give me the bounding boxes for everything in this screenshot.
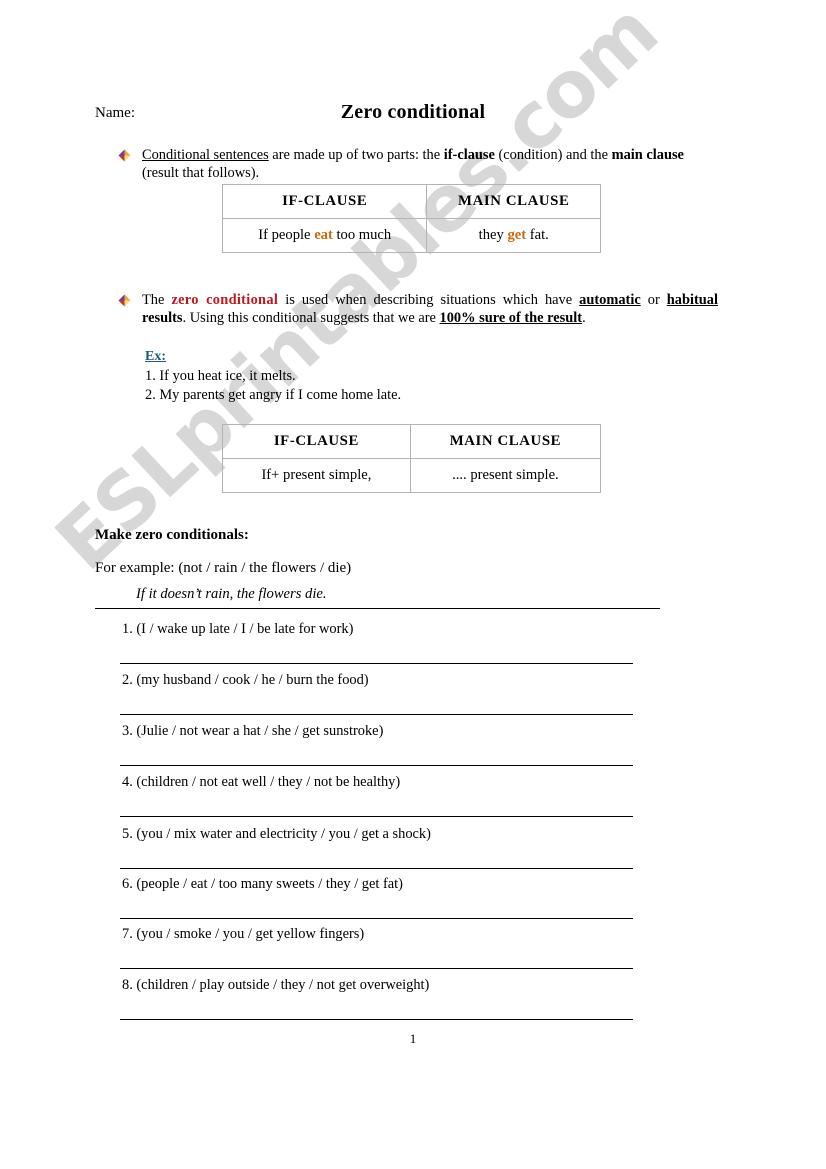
table2-cell-main-clause: .... present simple. — [409, 458, 602, 493]
table2-header-if-clause: IF-CLAUSE — [222, 424, 411, 459]
intro-bullet-text: Conditional sentences are made up of two… — [142, 146, 718, 183]
table-row-header: IF-CLAUSE MAIN CLAUSE — [222, 424, 602, 459]
intro-text-4: (condition) and the — [494, 147, 612, 163]
exercise-prompt-4: 4. (children / not eat well / they / not… — [122, 774, 401, 790]
exercise-prompt-2: 2. (my husband / cook / he / burn the fo… — [122, 672, 369, 688]
formula-clause-table: IF-CLAUSE MAIN CLAUSE If+ present simple… — [222, 424, 602, 493]
example-answer-line: If it doesn’t rain, the flowers die. — [95, 586, 660, 609]
explain-text-3: is used when describing situations which… — [278, 292, 580, 308]
exercise-item-1: 1. (I / wake up late / I / be late for w… — [120, 621, 633, 664]
exercise-prompt-7: 7. (you / smoke / you / get yellow finge… — [122, 926, 365, 942]
answer-line-7[interactable] — [120, 943, 633, 969]
answer-line-5[interactable] — [120, 843, 633, 869]
example-answer-text: If it doesn’t rain, the flowers die. — [133, 586, 330, 603]
explanation-bullet-text: The zero conditional is used when descri… — [142, 291, 718, 328]
explain-text-1: The — [142, 292, 172, 308]
answer-line-4[interactable] — [120, 791, 633, 817]
explain-text-5: or — [640, 292, 667, 308]
exercise-prompt-5: 5. (you / mix water and electricity / yo… — [122, 826, 431, 842]
intro-text-2: are made up of two parts: the — [268, 147, 444, 163]
main-clause-pre: they — [478, 226, 508, 243]
table1-cell-main-clause: they get fat. — [426, 218, 601, 253]
table1-cell-if-clause: If people eat too much — [221, 218, 428, 253]
explain-text-8: . Using this conditional suggests that w… — [182, 310, 440, 327]
example-clause-table: IF-CLAUSE MAIN CLAUSE If people eat too … — [221, 184, 601, 253]
exercise-item-2: 2. (my husband / cook / he / burn the fo… — [120, 672, 633, 715]
habitual-term: habitual — [666, 292, 718, 308]
if-clause-pre: If people — [258, 226, 315, 243]
intro-bullet-row: Conditional sentences are made up of two… — [118, 146, 718, 183]
exercise-heading: Make zero conditionals: — [95, 527, 249, 543]
page-title: Zero conditional — [340, 101, 486, 123]
table2-header-main-clause: MAIN CLAUSE — [409, 424, 602, 459]
exercise-item-4: 4. (children / not eat well / they / not… — [120, 774, 633, 817]
exercise-item-5: 5. (you / mix water and electricity / yo… — [120, 826, 633, 869]
if-clause-post: too much — [332, 226, 392, 243]
results-term: results — [142, 310, 183, 327]
for-example-prompt: For example: (not / rain / the flowers /… — [95, 560, 352, 576]
exercise-prompt-1: 1. (I / wake up late / I / be late for w… — [122, 621, 354, 637]
explanation-bullet-row: The zero conditional is used when descri… — [118, 291, 718, 328]
diamond-bullet-icon — [118, 294, 131, 307]
table1-header-main-clause: MAIN CLAUSE — [426, 184, 601, 219]
page-number: 1 — [409, 1031, 417, 1046]
exercise-item-7: 7. (you / smoke / you / get yellow finge… — [120, 926, 633, 969]
worksheet-page: Name: Zero conditional Conditional sente… — [0, 0, 826, 1169]
if-clause-term: if-clause — [443, 147, 495, 163]
main-clause-post: fat. — [526, 226, 549, 243]
sure-of-result-term: 100% sure of the result — [439, 310, 583, 327]
main-clause-verb: get — [507, 226, 527, 243]
answer-line-3[interactable] — [120, 740, 633, 766]
table1-header-if-clause: IF-CLAUSE — [221, 184, 428, 219]
examples-heading: Ex: — [145, 349, 166, 364]
answer-line-1[interactable] — [120, 638, 633, 664]
exercise-prompt-3: 3. (Julie / not wear a hat / she / get s… — [122, 723, 384, 739]
exercise-item-3: 3. (Julie / not wear a hat / she / get s… — [120, 723, 633, 766]
table-row: If+ present simple, .... present simple. — [222, 458, 602, 493]
exercise-item-6: 6. (people / eat / too many sweets / the… — [120, 876, 633, 919]
if-clause-verb: eat — [314, 226, 333, 243]
intro-text-6: (result that follows). — [142, 165, 260, 182]
table-row: If people eat too much they get fat. — [221, 218, 601, 253]
table-row-header: IF-CLAUSE MAIN CLAUSE — [221, 184, 601, 219]
example-sentence-1: 1. If you heat ice, it melts. — [145, 367, 296, 384]
answer-line-2[interactable] — [120, 689, 633, 715]
explain-text-10: . — [582, 310, 586, 327]
zero-conditional-term: zero conditional — [171, 292, 279, 308]
exercise-prompt-6: 6. (people / eat / too many sweets / the… — [122, 876, 403, 892]
examples-block: Ex: 1. If you heat ice, it melts. 2. My … — [145, 348, 401, 405]
answer-line-6[interactable] — [120, 893, 633, 919]
main-clause-term: main clause — [611, 147, 684, 163]
answer-line-8[interactable] — [120, 994, 633, 1020]
automatic-term: automatic — [579, 292, 641, 308]
table2-cell-if-clause: If+ present simple, — [222, 458, 411, 493]
diamond-bullet-icon — [118, 149, 131, 162]
exercise-prompt-8: 8. (children / play outside / they / not… — [122, 977, 430, 993]
conditional-sentences-term: Conditional sentences — [142, 147, 269, 163]
exercise-item-8: 8. (children / play outside / they / not… — [120, 977, 633, 1020]
example-sentence-2: 2. My parents get angry if I come home l… — [145, 386, 402, 403]
